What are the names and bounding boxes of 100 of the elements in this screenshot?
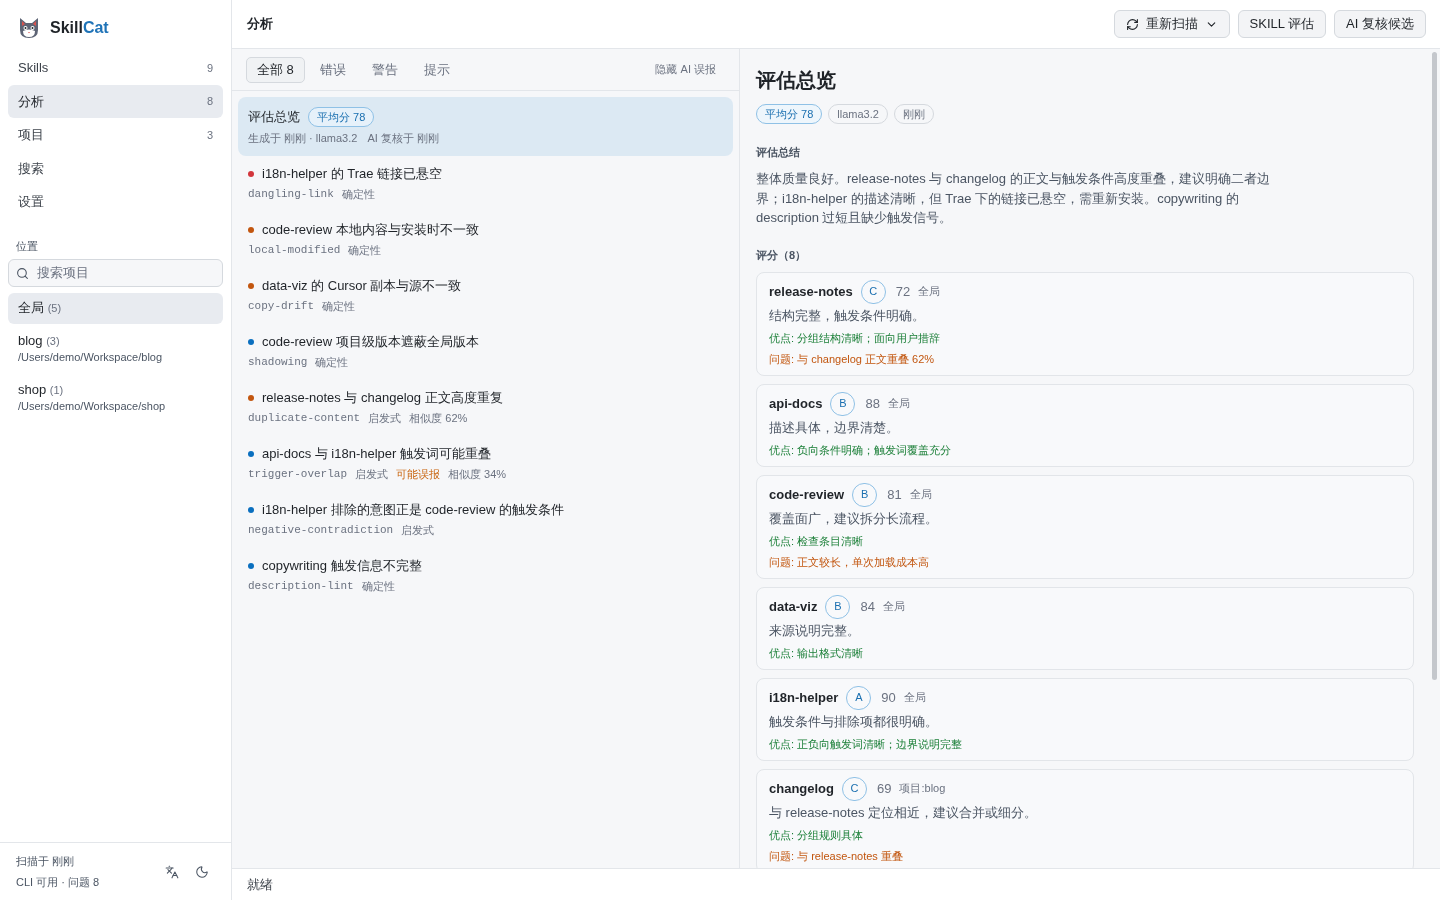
scope-label: 全局 bbox=[887, 396, 910, 412]
pros-text: 优点: 输出格式清晰 bbox=[769, 645, 865, 661]
issue-title: i18n-helper 排除的意图正是 code-review 的触发条件 bbox=[262, 501, 564, 518]
location-item[interactable]: blog (3) /Users/demo/Workspace/blog bbox=[8, 325, 223, 373]
rule-code: copy-drift bbox=[248, 299, 314, 314]
issue-title: copywriting 触发信息不完整 bbox=[262, 557, 422, 574]
toolbar-button[interactable]: AI 复核候选 bbox=[1334, 10, 1426, 38]
score-value: 69 bbox=[877, 779, 892, 798]
meta-badge: llama3.2 bbox=[828, 104, 888, 124]
nav-item[interactable]: 分析 8 bbox=[8, 84, 223, 118]
scope-label: 全局 bbox=[882, 599, 905, 615]
refresh-icon bbox=[1125, 17, 1139, 31]
issue-tag: 相似度 62% bbox=[409, 411, 468, 426]
rule-code: trigger-overlap bbox=[248, 467, 348, 482]
issue-tag: 启发式 bbox=[368, 411, 402, 426]
issue-item[interactable]: copywriting 触发信息不完整 description-lint 确定性 bbox=[238, 548, 733, 604]
nav-item[interactable]: Skills 9 bbox=[8, 51, 223, 85]
skill-name: data-viz bbox=[769, 597, 818, 616]
overview-title: 评估总览 bbox=[248, 108, 300, 127]
skill-name: changelog bbox=[769, 779, 834, 798]
score-value: 84 bbox=[860, 597, 875, 616]
nav-item[interactable]: 项目 3 bbox=[8, 118, 223, 152]
issue-item[interactable]: data-viz 的 Cursor 副本与源不一致 copy-drift 确定性 bbox=[238, 268, 733, 324]
issue-title: i18n-helper 的 Trae 链接已悬空 bbox=[262, 165, 443, 182]
issue-title: release-notes 与 changelog 正文高度重复 bbox=[262, 389, 503, 406]
scan-status-text: 扫描于 刚刚 bbox=[16, 853, 76, 869]
issue-title: data-viz 的 Cursor 副本与源不一致 bbox=[262, 277, 462, 294]
pros-text: 优点: 负向条件明确；触发词覆盖充分 bbox=[769, 442, 953, 458]
issue-title: code-review 项目级版本遮蔽全局版本 bbox=[262, 333, 479, 350]
rule-code: negative-contradiction bbox=[248, 523, 394, 538]
location-item[interactable]: shop (1) /Users/demo/Workspace/shop bbox=[8, 374, 223, 422]
status-text: 就绪 bbox=[247, 875, 273, 894]
scope-label: 全局 bbox=[909, 487, 932, 503]
issue-item[interactable]: api-docs 与 i18n-helper 触发词可能重叠 trigger-overlap 启发式 可能误报 相似度 34% bbox=[238, 436, 733, 492]
summary-paragraph: 整体质量良好。release-notes 与 changelog 的正文与触发条件高度重叠，建议明确二者边界；i18n-helper 的描述清晰，但 Trae 下的链接已悬空，需重新安装。copywriting 的 description 过短且缺少触发信号。 bbox=[756, 170, 1271, 227]
rescan-button[interactable]: 重新扫描 bbox=[1113, 10, 1230, 38]
skill-name: api-docs bbox=[769, 394, 823, 413]
summary-label: 评估总结 bbox=[756, 145, 801, 160]
problems-text: 问题: 与 changelog 正文重叠 62% bbox=[769, 351, 936, 367]
issue-item[interactable]: code-review 项目级版本遮蔽全局版本 shadowing 确定性 bbox=[238, 324, 733, 380]
overview-item[interactable]: 评估总览 平均分 78 生成于 刚刚 · llama3.2 AI 复核于 刚刚 bbox=[238, 97, 733, 156]
cli-status-text: CLI 可用 · 问题 8 bbox=[16, 874, 100, 890]
problems-text: 问题: 与 release-notes 重叠 bbox=[769, 848, 904, 864]
pros-text: 优点: 检查条目清晰 bbox=[769, 533, 865, 549]
scrollbar-thumb[interactable] bbox=[1432, 52, 1437, 680]
issue-tag: 启发式 bbox=[355, 467, 389, 482]
nav-item[interactable]: 设置 bbox=[8, 185, 223, 219]
score-comment: 描述具体，边界清楚。 bbox=[769, 418, 900, 437]
score-value: 88 bbox=[865, 394, 880, 413]
toolbar-button[interactable]: SKILL 评估 bbox=[1237, 10, 1327, 38]
problems-text: 问题: 正文较长，单次加载成本高 bbox=[769, 554, 931, 570]
issue-item[interactable]: i18n-helper 排除的意图正是 code-review 的触发条件 negative-contradiction 启发式 bbox=[238, 492, 733, 548]
score-comment: 结构完整，触发条件明确。 bbox=[769, 306, 926, 325]
location-item[interactable]: 全局 (5) bbox=[8, 292, 223, 324]
issue-item[interactable]: release-notes 与 changelog 正文高度重复 duplicate-content 启发式 相似度 62% bbox=[238, 380, 733, 436]
hide-false-positives-toggle[interactable]: 隐藏 AI 误报 bbox=[646, 57, 725, 82]
issue-item[interactable]: code-review 本地内容与安装时不一致 local-modified 确定性 bbox=[238, 212, 733, 268]
translate-icon[interactable] bbox=[165, 864, 179, 879]
search-icon bbox=[16, 266, 29, 280]
average-score-badge: 平均分 78 bbox=[308, 107, 375, 127]
nav-item[interactable]: 搜索 bbox=[8, 151, 223, 185]
meta-badge: 刚刚 bbox=[893, 104, 934, 124]
page-title: 分析 bbox=[247, 15, 273, 34]
rule-code: shadowing bbox=[248, 355, 308, 370]
score-comment: 覆盖面广，建议拆分长流程。 bbox=[769, 509, 939, 528]
scope-label: 项目:blog bbox=[899, 781, 946, 797]
rule-code: dangling-link bbox=[248, 187, 334, 202]
filter-tab[interactable]: 警告 bbox=[360, 56, 409, 83]
filter-tab[interactable]: 全部 8 bbox=[246, 56, 305, 83]
issue-title: code-review 本地内容与安装时不一致 bbox=[262, 221, 479, 238]
issue-tag: 确定性 bbox=[322, 299, 355, 314]
skill-name: release-notes bbox=[769, 282, 853, 301]
score-value: 72 bbox=[895, 282, 911, 301]
score-comment: 来源说明完整。 bbox=[769, 621, 861, 640]
pros-text: 优点: 正负向触发词清晰；边界说明完整 bbox=[769, 736, 964, 752]
issue-tag: 确定性 bbox=[315, 355, 349, 370]
search-field[interactable]: 搜索项目 bbox=[8, 258, 223, 287]
score-comment: 与 release-notes 定位相近，建议合并或细分。 bbox=[769, 803, 1038, 822]
false-positive-tag: 可能误报 bbox=[396, 467, 441, 482]
app-logo-text: SkillCat bbox=[50, 18, 109, 38]
issue-tag: 启发式 bbox=[401, 523, 435, 538]
moon-icon[interactable] bbox=[195, 864, 209, 879]
pros-text: 优点: 分组规则具体 bbox=[769, 827, 865, 843]
rule-code: description-lint bbox=[248, 579, 354, 594]
skill-name: i18n-helper bbox=[769, 688, 839, 707]
score-value: 90 bbox=[881, 688, 896, 707]
section-label: 位置 bbox=[15, 238, 39, 254]
filter-tab[interactable]: 提示 bbox=[412, 56, 461, 83]
generated-meta-text: 生成于 刚刚 · llama3.2 bbox=[248, 131, 358, 146]
review-meta-text: AI 复核于 刚刚 bbox=[367, 131, 439, 146]
filter-tab[interactable]: 错误 bbox=[308, 56, 357, 83]
issue-tag: 确定性 bbox=[341, 187, 375, 202]
scope-label: 全局 bbox=[918, 284, 941, 300]
score-comment: 触发条件与排除项都很明确。 bbox=[769, 712, 939, 731]
issue-title: api-docs 与 i18n-helper 触发词可能重叠 bbox=[262, 445, 492, 462]
skill-name: code-review bbox=[769, 485, 845, 504]
issue-tag: 确定性 bbox=[361, 579, 395, 594]
rule-code: duplicate-content bbox=[248, 411, 361, 426]
issue-item[interactable]: i18n-helper 的 Trae 链接已悬空 dangling-link 确定性 bbox=[238, 156, 733, 212]
detail-title: 评估总览 bbox=[756, 68, 837, 93]
